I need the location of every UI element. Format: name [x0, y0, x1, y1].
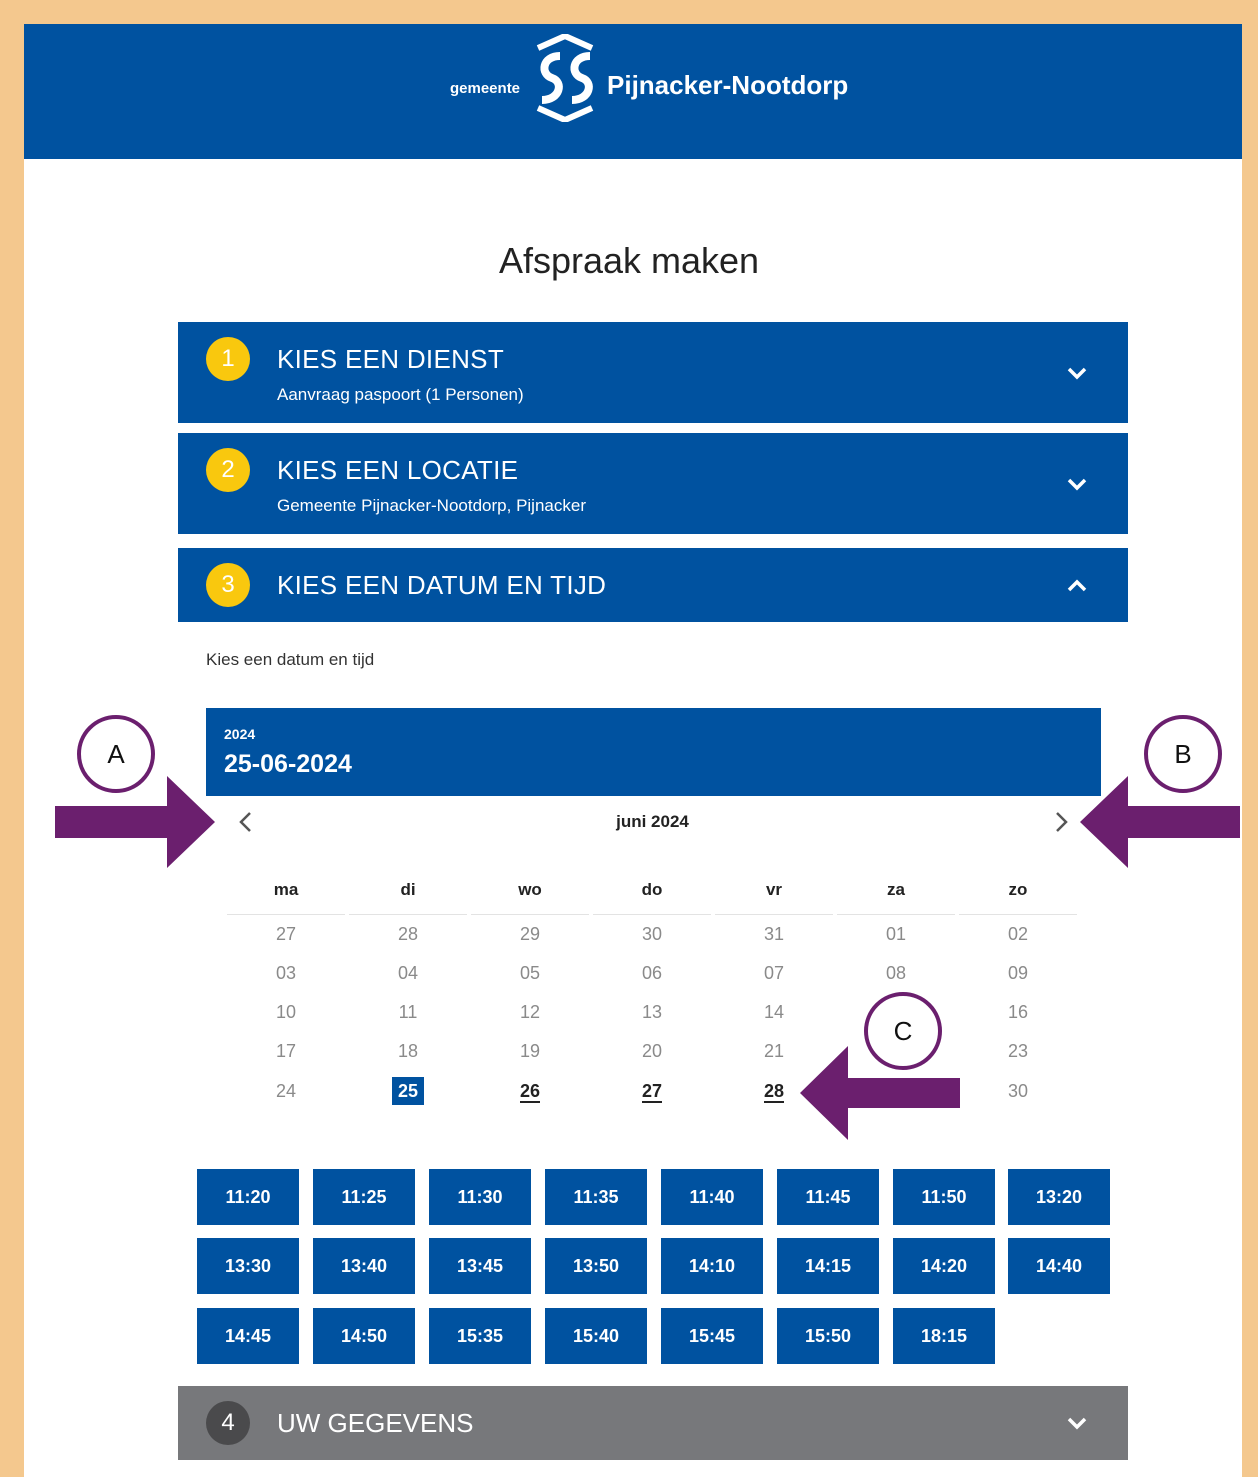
calendar-day: 03 — [275, 963, 297, 983]
annotation-arrow-right-icon — [55, 776, 215, 868]
calendar-day: 31 — [763, 924, 785, 944]
calendar-day: 30 — [641, 924, 663, 944]
step-title: KIES EEN DIENST — [277, 344, 504, 374]
time-slot-button[interactable]: 18:15 — [893, 1308, 995, 1364]
step-subtitle: Gemeente Pijnacker-Nootdorp, Pijnacker — [277, 496, 586, 515]
time-slot-button[interactable]: 13:40 — [313, 1238, 415, 1294]
time-slot-button[interactable]: 14:10 — [661, 1238, 763, 1294]
step-number-badge: 4 — [206, 1401, 250, 1445]
time-slot-button[interactable]: 13:30 — [197, 1238, 299, 1294]
calendar-day: 28 — [397, 924, 419, 944]
calendar-day: 17 — [275, 1041, 297, 1061]
step-service[interactable]: 1 KIES EEN DIENST Aanvraag paspoort (1 P… — [178, 322, 1128, 423]
calendar-day: 24 — [275, 1081, 297, 1101]
calendar-day: 08 — [885, 963, 907, 983]
time-slot-button[interactable]: 11:30 — [429, 1169, 531, 1225]
time-slot-button[interactable]: 13:45 — [429, 1238, 531, 1294]
datepicker-selected-date: 25-06-2024 — [224, 750, 352, 778]
time-slot-button[interactable]: 13:50 — [545, 1238, 647, 1294]
date-time-hint: Kies een datum en tijd — [206, 650, 375, 669]
annotation-arrow-left-icon — [800, 1046, 960, 1140]
time-slot-button[interactable]: 13:20 — [1008, 1169, 1110, 1225]
logo-municipality-name: Pijnacker-Nootdorp — [607, 70, 849, 100]
calendar-day: 10 — [275, 1002, 297, 1022]
step-title: KIES EEN LOCATIE — [277, 455, 519, 485]
step-title: KIES EEN DATUM EN TIJD — [277, 570, 607, 600]
step-number-badge: 1 — [206, 337, 250, 381]
weekday-header: di — [349, 880, 467, 915]
calendar-day-available[interactable]: 27 — [593, 1081, 711, 1103]
time-slot-button[interactable]: 11:40 — [661, 1169, 763, 1225]
weekday-header: vr — [715, 880, 833, 915]
time-slot-button[interactable]: 11:25 — [313, 1169, 415, 1225]
time-slot-button[interactable]: 11:50 — [893, 1169, 995, 1225]
time-slot-button[interactable]: 11:45 — [777, 1169, 879, 1225]
time-slot-button[interactable]: 14:15 — [777, 1238, 879, 1294]
logo-gemeente-text: gemeente — [450, 80, 521, 97]
time-slot-button[interactable]: 11:35 — [545, 1169, 647, 1225]
time-slot-button[interactable]: 15:40 — [545, 1308, 647, 1364]
calendar-day: 20 — [641, 1041, 663, 1061]
page-title: Afspraak maken — [498, 240, 760, 281]
weekday-header: wo — [471, 880, 589, 915]
step-number-badge: 3 — [206, 563, 250, 607]
calendar-day: 29 — [519, 924, 541, 944]
calendar-day: 04 — [397, 963, 419, 983]
calendar-day: 11 — [398, 1002, 418, 1022]
chevron-up-icon[interactable] — [1066, 575, 1088, 597]
time-slot-button[interactable]: 14:40 — [1008, 1238, 1110, 1294]
time-slot-button[interactable]: 14:50 — [313, 1308, 415, 1364]
calendar-day: 09 — [1007, 963, 1029, 983]
datepicker-year[interactable]: 2024 — [224, 726, 255, 742]
calendar-day: 13 — [641, 1002, 663, 1022]
datepicker-header: 2024 25-06-2024 — [206, 708, 1101, 796]
time-slot-button[interactable]: 14:45 — [197, 1308, 299, 1364]
step-location[interactable]: 2 KIES EEN LOCATIE Gemeente Pijnacker-No… — [178, 433, 1128, 534]
time-slot-button[interactable]: 15:50 — [777, 1308, 879, 1364]
calendar-day: 02 — [1007, 924, 1029, 944]
time-slot-button[interactable]: 15:45 — [661, 1308, 763, 1364]
chevron-down-icon[interactable] — [1066, 1412, 1088, 1434]
time-slot-button[interactable]: 15:35 — [429, 1308, 531, 1364]
chevron-down-icon[interactable] — [1066, 473, 1088, 495]
calendar-day: 05 — [519, 963, 541, 983]
calendar-day: 12 — [519, 1002, 541, 1022]
calendar-day: 19 — [519, 1041, 541, 1061]
weekday-header: zo — [959, 880, 1077, 915]
time-slot-button[interactable]: 11:20 — [197, 1169, 299, 1225]
calendar-day: 30 — [1007, 1081, 1029, 1101]
weekday-header: za — [837, 880, 955, 915]
municipality-logo-icon — [536, 34, 594, 122]
calendar-day: 16 — [1007, 1002, 1029, 1022]
annotation-arrow-left-icon — [1080, 776, 1240, 868]
calendar-day: 14 — [763, 1002, 785, 1022]
calendar-day-available[interactable]: 26 — [471, 1081, 589, 1103]
calendar-day: 01 — [885, 924, 907, 944]
calendar-day-selected[interactable]: 25 — [349, 1077, 467, 1105]
site-header: gemeente Pijnacker-Nootdorp — [24, 24, 1242, 159]
step-number-badge: 2 — [206, 448, 250, 492]
calendar-day: 27 — [275, 924, 297, 944]
step-date-time[interactable]: 3 KIES EEN DATUM EN TIJD — [178, 548, 1128, 622]
calendar-day: 07 — [763, 963, 785, 983]
time-slot-button[interactable]: 14:20 — [893, 1238, 995, 1294]
step-title: UW GEGEVENS — [277, 1408, 474, 1438]
next-month-button[interactable] — [1047, 808, 1075, 836]
chevron-down-icon[interactable] — [1066, 362, 1088, 384]
step-subtitle: Aanvraag paspoort (1 Personen) — [277, 385, 524, 404]
calendar-day: 18 — [397, 1041, 419, 1061]
step-personal-details[interactable]: 4 UW GEGEVENS — [178, 1386, 1128, 1460]
calendar-day: 06 — [641, 963, 663, 983]
weekday-header: do — [593, 880, 711, 915]
weekday-header: ma — [227, 880, 345, 915]
calendar-day: 23 — [1007, 1041, 1029, 1061]
